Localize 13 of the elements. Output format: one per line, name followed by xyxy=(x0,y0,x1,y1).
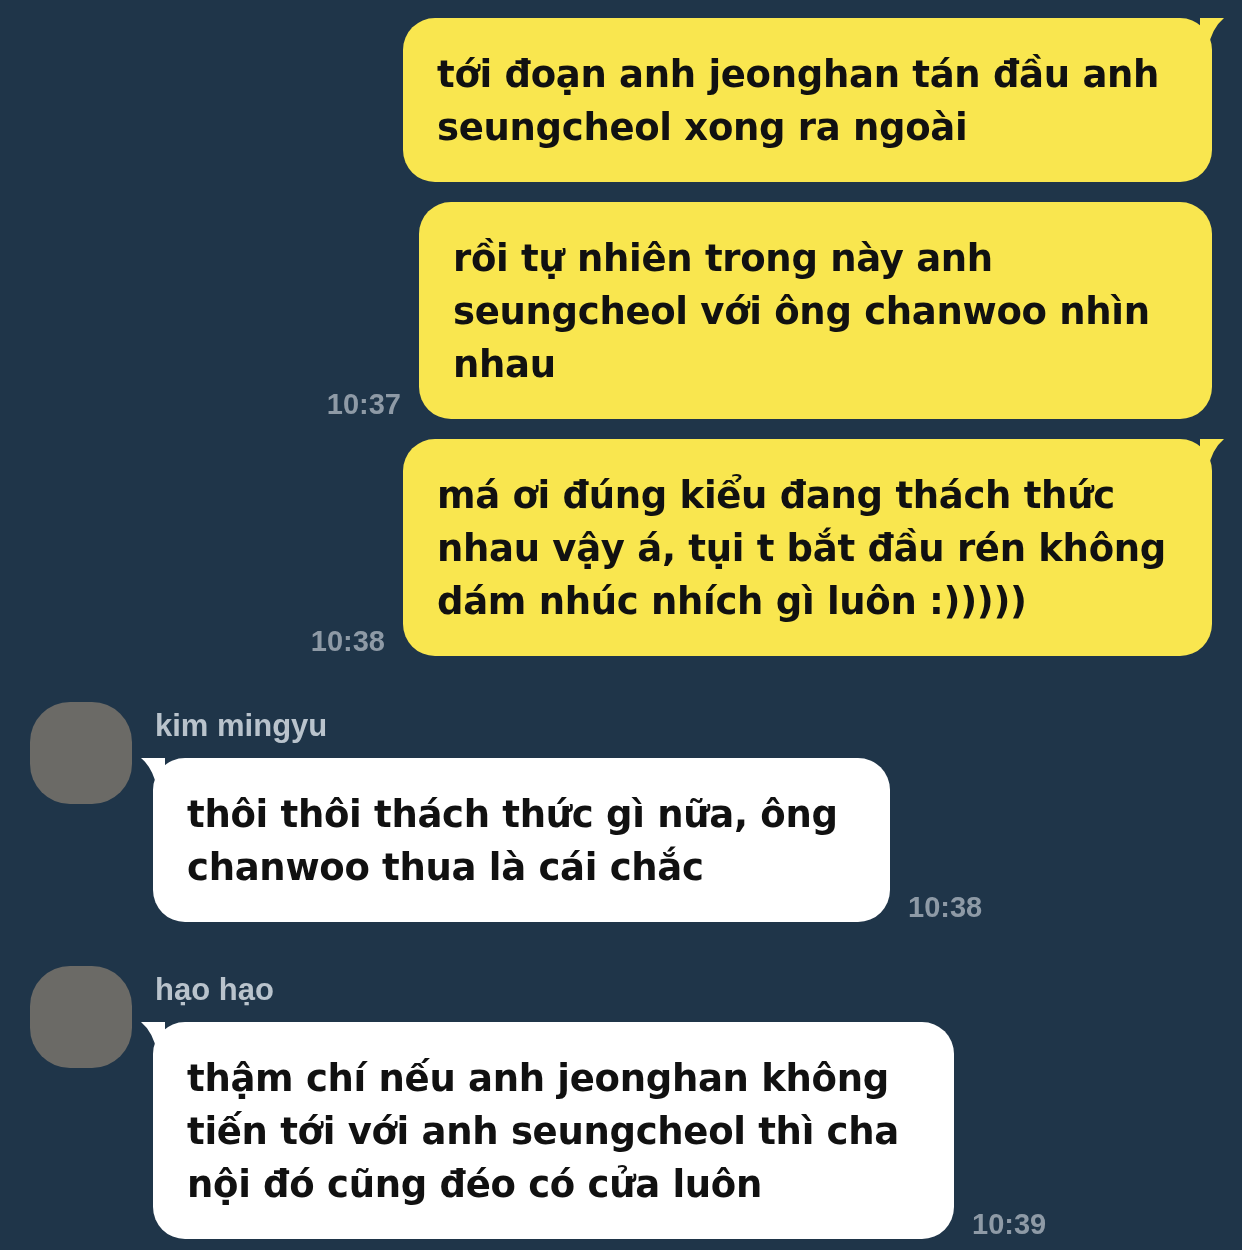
sender-name: kim mingyu xyxy=(155,708,329,744)
avatar-photo-placeholder[interactable] xyxy=(30,702,132,804)
message-time: 10:39 xyxy=(972,1208,1047,1241)
message-text: thôi thôi thách thức gì nữa, ông chanwoo thua là cái chắc xyxy=(187,793,838,889)
message-time: 10:38 xyxy=(310,625,385,658)
sender-name: hạo hạo xyxy=(155,972,275,1008)
message-time: 10:37 xyxy=(326,388,401,421)
avatar-photo-placeholder[interactable] xyxy=(30,966,132,1068)
message-time: 10:38 xyxy=(908,891,983,924)
message-text: tới đoạn anh jeonghan tán đầu anh seungcheol xong ra ngoài xyxy=(437,53,1160,149)
message-text: rồi tự nhiên trong này anh seungcheol với ông chanwoo nhìn nhau xyxy=(453,237,1150,386)
message-text: thậm chí nếu anh jeonghan không tiến tới với anh seungcheol thì cha nội đó cũng đéo có cửa luôn xyxy=(187,1057,899,1206)
message-text: má ơi đúng kiểu đang thách thức nhau vậy á, tụi t bắt đầu rén không dám nhúc nhích gì luôn :))))) xyxy=(437,474,1166,623)
